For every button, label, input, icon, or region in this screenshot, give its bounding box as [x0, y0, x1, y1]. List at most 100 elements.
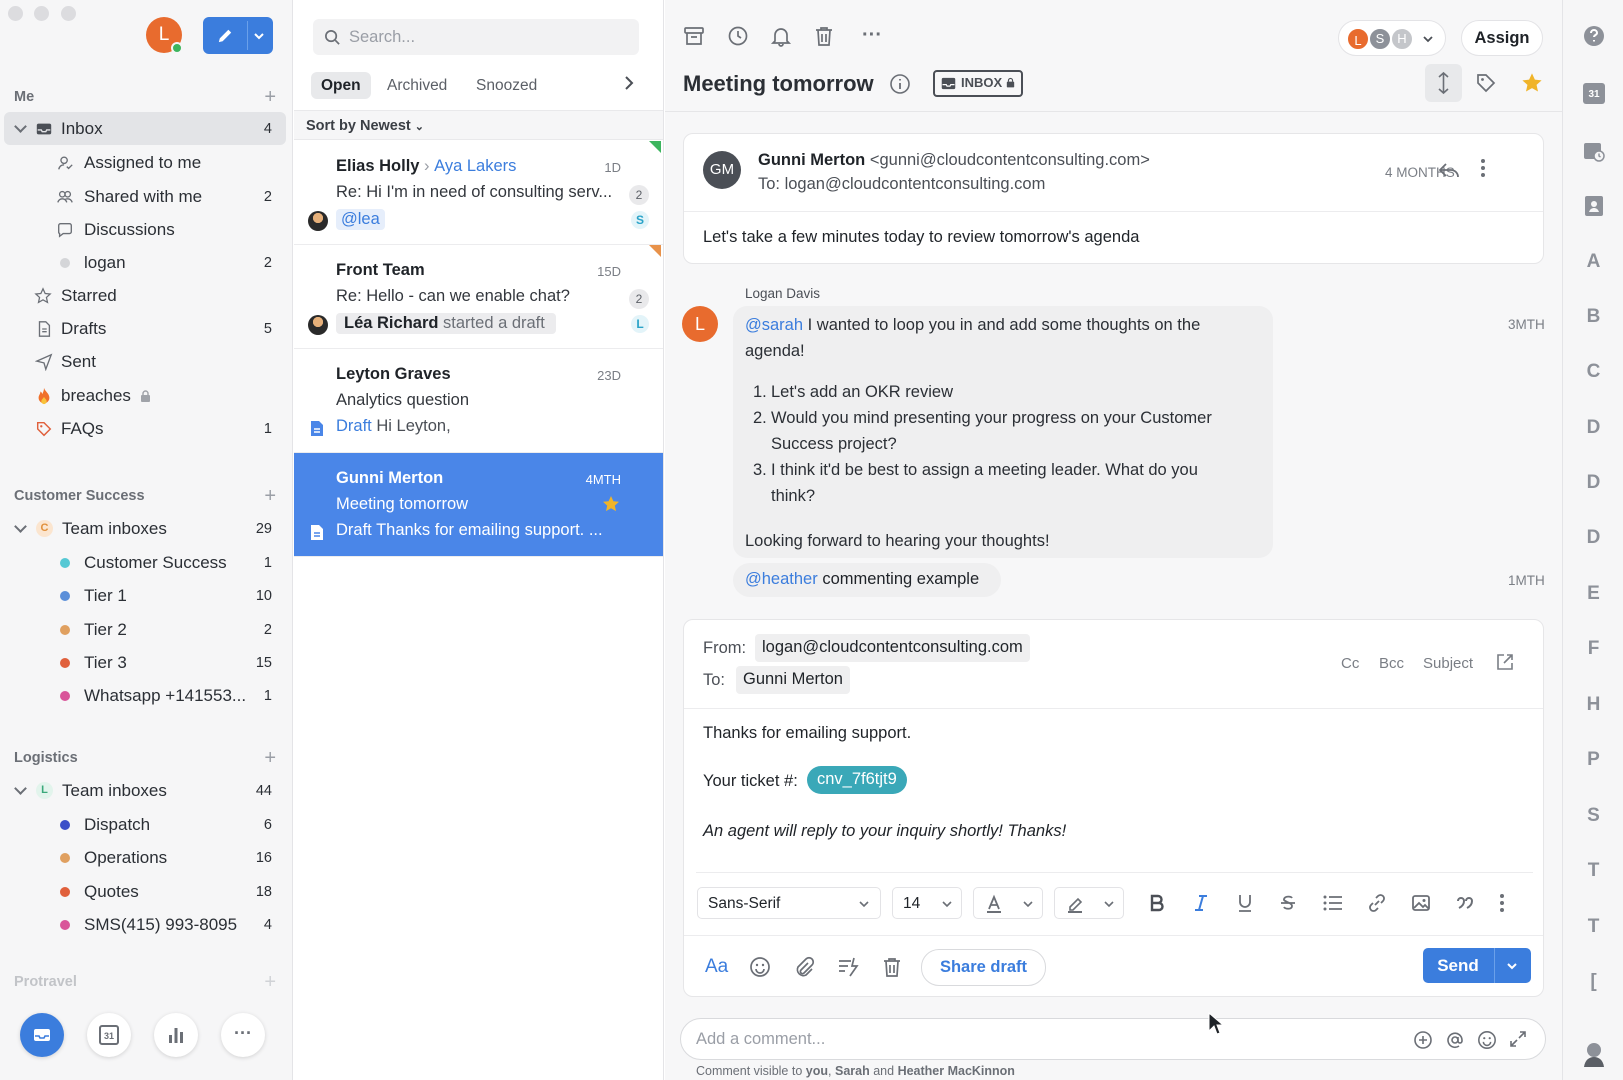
popout-icon[interactable] [1496, 653, 1514, 671]
kebab-menu-icon[interactable] [1480, 158, 1486, 180]
message-editor[interactable]: Thanks for emailing support. Your ticket… [703, 724, 1523, 854]
sidebar-item-tier-2[interactable]: Tier 22 [4, 613, 286, 646]
contact-index-letter[interactable]: D [1563, 417, 1623, 439]
emoji-icon[interactable] [749, 956, 771, 978]
bell-icon[interactable] [770, 25, 792, 47]
tab-snoozed[interactable]: Snoozed [466, 72, 547, 99]
contact-index-letter[interactable]: T [1563, 860, 1623, 882]
tab-archived[interactable]: Archived [377, 72, 457, 99]
calendar-app-button[interactable]: 31 [87, 1013, 131, 1057]
text-format-toggle[interactable]: Aa [705, 956, 728, 978]
share-draft-button[interactable]: Share draft [921, 949, 1046, 986]
chevron-right-icon[interactable] [623, 75, 635, 91]
inbox-tag[interactable]: INBOX [933, 70, 1023, 97]
conversation-item-selected[interactable]: Gunni Merton 4MTH Meeting tomorrow Draft… [294, 453, 663, 557]
contact-index-letter[interactable]: P [1563, 749, 1623, 771]
chevron-down-icon[interactable] [14, 782, 27, 795]
snooze-clock-icon[interactable] [727, 25, 749, 47]
contact-index-letter[interactable]: H [1563, 694, 1623, 716]
sidebar-item-whatsapp-141553[interactable]: Whatsapp +141553... 1 [4, 679, 286, 712]
contact-index-letter[interactable]: [ [1563, 971, 1623, 993]
chevron-down-icon[interactable] [14, 120, 27, 133]
user-avatar[interactable]: L [146, 17, 183, 54]
window-maximize-button[interactable] [61, 6, 76, 21]
more-options-icon[interactable]: ··· [862, 24, 882, 47]
add-icon[interactable]: + [264, 971, 276, 994]
cc-button[interactable]: Cc [1341, 655, 1359, 672]
highlight-color-select[interactable] [1054, 887, 1124, 919]
contact-index-letter[interactable]: T [1563, 916, 1623, 938]
add-icon[interactable]: + [264, 86, 276, 109]
tab-open[interactable]: Open [311, 72, 371, 99]
sidebar-item-discussions[interactable]: Discussions [4, 213, 286, 246]
sidebar-item-tier-3[interactable]: Tier 3 15 [4, 646, 286, 679]
tag-icon[interactable] [1475, 72, 1497, 94]
italic-icon[interactable] [1191, 893, 1211, 913]
sidebar-item-breaches[interactable]: breaches [4, 379, 286, 412]
inbox-app-button[interactable] [20, 1013, 64, 1057]
strikethrough-icon[interactable] [1278, 893, 1298, 913]
expand-collapse-button[interactable] [1425, 64, 1462, 102]
discard-draft-trash-icon[interactable] [881, 956, 903, 978]
sidebar-item-tier-1[interactable]: Tier 1 10 [4, 579, 286, 612]
sidebar-item-drafts[interactable]: Drafts 5 [4, 312, 286, 345]
subject-button[interactable]: Subject [1423, 655, 1473, 672]
sort-dropdown[interactable]: Sort by Newest ⌄ [306, 118, 424, 134]
kebab-menu-icon[interactable] [1499, 893, 1505, 915]
font-size-select[interactable]: 14 [892, 887, 962, 919]
sidebar-item-dispatch[interactable]: Dispatch 6 [4, 808, 286, 841]
info-icon[interactable] [889, 73, 911, 95]
contact-index-letter[interactable]: A [1563, 251, 1623, 273]
add-icon[interactable]: + [264, 485, 276, 508]
text-color-select[interactable] [973, 887, 1043, 919]
star-filled-icon[interactable] [1520, 71, 1544, 95]
add-circle-icon[interactable] [1413, 1030, 1433, 1050]
from-select[interactable]: logan@cloudcontentconsulting.com [755, 634, 1030, 662]
ticket-variable-chip[interactable]: cnv_7f6tjt9 [807, 766, 907, 794]
sidebar-item-cs-team-inboxes[interactable]: C Team inboxes 29 [4, 512, 286, 545]
image-icon[interactable] [1411, 893, 1431, 913]
contact-index-letter[interactable]: D [1563, 472, 1623, 494]
bot-avatar-icon[interactable] [1581, 1040, 1607, 1068]
search-input[interactable]: Search... [349, 28, 415, 47]
sidebar-item-inbox[interactable]: Inbox 4 [4, 112, 286, 145]
comment-box[interactable]: Add a comment... [680, 1018, 1546, 1060]
email-message-card[interactable]: GM Gunni Merton <gunni@cloudcontentconsu… [683, 133, 1544, 264]
contact-index-letter[interactable]: F [1563, 638, 1623, 660]
mention-tag[interactable]: @heather [745, 570, 818, 588]
font-family-select[interactable]: Sans-Serif [697, 887, 881, 919]
window-close-button[interactable] [8, 6, 23, 21]
sidebar-item-starred[interactable]: Starred [4, 279, 286, 312]
attachment-paperclip-icon[interactable] [793, 956, 815, 978]
contact-index-letter[interactable]: D [1563, 527, 1623, 549]
sidebar-item-sms-415-993-8095[interactable]: SMS(415) 993-8095 4 [4, 908, 286, 941]
sidebar-item-assigned-to-me[interactable]: Assigned to me [4, 146, 286, 179]
contact-index-letter[interactable]: S [1563, 805, 1623, 827]
sidebar-item-operations[interactable]: Operations 16 [4, 841, 286, 874]
archive-icon[interactable] [683, 25, 705, 47]
add-icon[interactable]: + [264, 747, 276, 770]
search-box[interactable]: Search... [313, 19, 639, 55]
compose-button[interactable] [203, 17, 273, 54]
canned-response-icon[interactable] [837, 956, 859, 978]
link-icon[interactable] [1367, 893, 1387, 913]
sidebar-item-faqs[interactable]: FAQs 1 [4, 412, 286, 445]
chevron-down-icon[interactable] [253, 30, 265, 42]
chevron-down-icon[interactable] [14, 520, 27, 533]
quote-icon[interactable] [1455, 893, 1475, 913]
underline-icon[interactable] [1235, 893, 1255, 913]
send-button[interactable]: Send [1423, 948, 1493, 983]
contact-index-letter[interactable]: E [1563, 583, 1623, 605]
sidebar-item-quotes[interactable]: Quotes 18 [4, 875, 286, 908]
star-filled-icon[interactable] [601, 494, 621, 514]
send-options-chevron-icon[interactable] [1506, 960, 1518, 972]
help-icon[interactable] [1583, 25, 1605, 47]
sidebar-item-logan[interactable]: logan 2 [4, 246, 286, 279]
calendar-clock-icon[interactable] [1583, 140, 1605, 162]
sidebar-item-sent[interactable]: Sent [4, 345, 286, 378]
expand-arrows-icon[interactable] [1509, 1030, 1527, 1048]
mention-at-icon[interactable] [1445, 1030, 1465, 1050]
recipient-chip[interactable]: Gunni Merton [736, 666, 850, 694]
analytics-app-button[interactable] [154, 1013, 198, 1057]
sidebar-item-customer-success[interactable]: Customer Success 1 [4, 546, 286, 579]
